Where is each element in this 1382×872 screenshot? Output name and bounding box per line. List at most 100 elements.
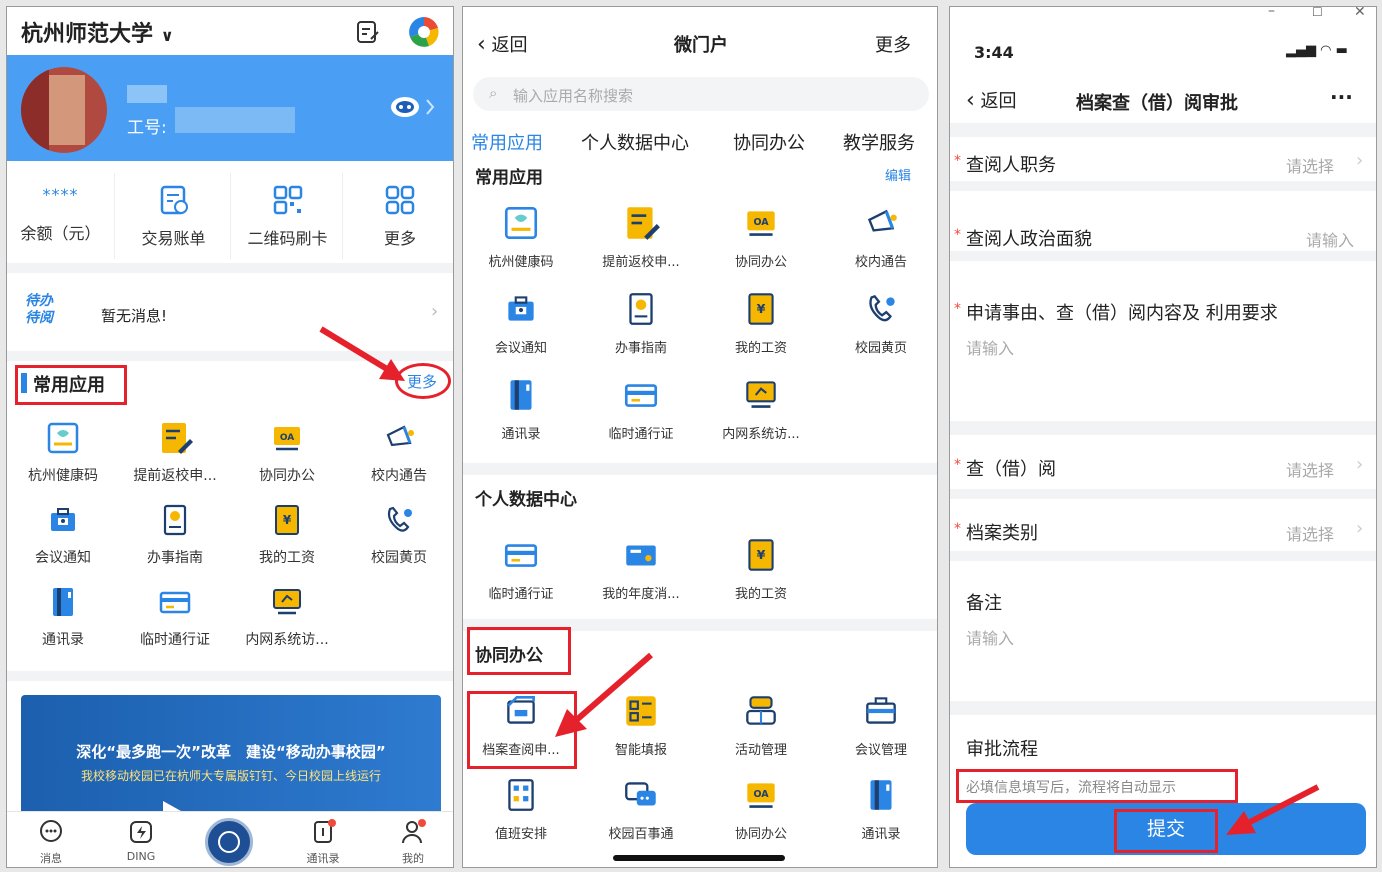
profile-icon — [402, 819, 426, 844]
more-button[interactable]: 更多 — [875, 31, 911, 57]
chevron-right-icon: › — [1356, 518, 1364, 539]
app-tile[interactable]: 值班安排 — [463, 775, 581, 842]
app-label: 校内通告 — [854, 255, 907, 270]
field-position[interactable]: * 查阅人职务 请选择 › — [950, 137, 1376, 191]
app-tile[interactable]: 通讯录 — [463, 375, 581, 442]
field-archive-category[interactable]: * 档案类别 请选择 › — [950, 499, 1376, 561]
app-tile[interactable]: 办事指南 — [581, 289, 701, 356]
tab-message[interactable]: 消息 — [21, 818, 81, 866]
tab-contacts[interactable]: 通讯录 — [293, 818, 353, 866]
divider — [7, 263, 453, 273]
tab-label: DING — [126, 850, 156, 863]
qrcode-cell[interactable]: 二维码刷卡 — [233, 173, 343, 259]
app-tile[interactable]: 临时通行证 — [119, 583, 231, 649]
search-input[interactable]: ⌕ 输入应用名称搜索 — [473, 77, 929, 111]
more-cell[interactable]: 更多 — [345, 173, 453, 259]
tab-mine[interactable]: 我的 — [383, 818, 443, 866]
app-tile[interactable]: OA 协同办公 — [701, 203, 821, 270]
app-tile[interactable]: ¥ 我的工资 — [701, 289, 821, 356]
edit-button[interactable]: 编辑 — [885, 165, 911, 184]
app-tile[interactable]: 通讯录 — [821, 775, 937, 842]
activity-icon — [746, 696, 776, 725]
health-code-icon — [504, 206, 538, 240]
minimize-icon[interactable]: – — [1268, 7, 1275, 19]
tab-ding[interactable]: DING — [111, 818, 171, 863]
field-political-status[interactable]: * 查阅人政治面貌 请输入 — [950, 201, 1376, 261]
app-tile[interactable]: OA 协同办公 — [701, 775, 821, 842]
school-logo-icon[interactable] — [205, 818, 253, 866]
app-tile[interactable]: 校园百事通 — [581, 775, 701, 842]
tab-collab-office[interactable]: 协同办公 — [733, 129, 805, 155]
app-tile[interactable]: ¥ 我的工资 — [231, 501, 343, 567]
color-wheel-icon[interactable] — [407, 15, 441, 49]
top-bar: 杭州师范大学 ∨ — [7, 7, 453, 55]
tab-common-apps[interactable]: 常用应用 — [471, 129, 543, 155]
page-title: 微门户 — [674, 35, 728, 56]
app-tile[interactable]: 提前返校申... — [581, 203, 701, 270]
app-tile[interactable]: 会议通知 — [7, 501, 119, 567]
app-label: 校园黄页 — [371, 550, 427, 566]
app-label: 办事指南 — [614, 341, 667, 356]
app-label: 临时通行证 — [608, 427, 674, 442]
org-name: 杭州师范大学 — [21, 22, 154, 47]
field-label: 备注 — [966, 593, 1002, 614]
megaphone-icon — [867, 209, 897, 232]
todo-edit-icon[interactable] — [355, 19, 381, 45]
tab-label: 消息 — [40, 852, 62, 865]
app-tile[interactable]: 校园黄页 — [343, 501, 453, 567]
app-tile[interactable]: OA 协同办公 — [231, 419, 343, 485]
app-tile[interactable]: 通讯录 — [7, 583, 119, 649]
app-tile[interactable]: 校园黄页 — [821, 289, 937, 356]
name-blur — [127, 85, 167, 103]
tab-personal-data[interactable]: 个人数据中心 — [581, 129, 689, 155]
annotation-arrow — [555, 652, 653, 737]
app-tile[interactable]: 办事指南 — [119, 501, 231, 567]
balance-cell[interactable]: **** 余额（元） — [7, 173, 115, 259]
field-remarks[interactable]: 备注 请输入 — [950, 571, 1376, 701]
chat-icon — [625, 782, 656, 806]
tab-teaching[interactable]: 教学服务 — [843, 129, 915, 155]
field-reason[interactable]: * 申请事由、查（借）阅内容及 利用要求 请输入 — [950, 281, 1376, 421]
app-tile[interactable]: 杭州健康码 — [7, 419, 119, 485]
app-label: 校内通告 — [371, 468, 427, 484]
app-label: 杭州健康码 — [28, 468, 98, 484]
app-tile[interactable]: 校内通告 — [821, 203, 937, 270]
app-tile[interactable]: 临时通行证 — [581, 375, 701, 442]
wifi-icon: ◠ — [1320, 43, 1332, 58]
chevron-right-icon: › — [1356, 150, 1364, 171]
required-mark: * — [954, 301, 961, 317]
status-time: 3:44 — [974, 43, 1014, 62]
qrcode-icon — [273, 185, 302, 215]
avatar[interactable] — [21, 67, 107, 153]
promo-banner[interactable]: 深化“最多跑一次”改革 建设“移动办事校园” 我校移动校园已在杭师大专属版钉钉、… — [21, 695, 441, 817]
back-button[interactable]: ‹ 返回 — [477, 31, 528, 57]
menu-button[interactable]: ··· — [1330, 85, 1353, 109]
maximize-icon[interactable]: ☐ — [1312, 7, 1323, 19]
back-button[interactable]: ‹ 返回 — [966, 87, 1017, 113]
app-tile[interactable]: 校内通告 — [343, 419, 453, 485]
field-borrow-type[interactable]: * 查（借）阅 请选择 › — [950, 435, 1376, 499]
robot-assistant-icon[interactable] — [389, 95, 439, 119]
health-code-icon — [47, 422, 79, 454]
bill-cell[interactable]: 交易账单 — [117, 173, 231, 259]
close-icon[interactable]: ✕ — [1354, 7, 1366, 20]
app-tile[interactable]: 内网系统访... — [701, 375, 821, 442]
app-tile[interactable]: 提前返校申... — [119, 419, 231, 485]
app-tile[interactable]: ¥ 我的工资 — [701, 535, 821, 602]
app-tile[interactable]: 杭州健康码 — [463, 203, 581, 270]
app-tile[interactable]: 临时通行证 — [463, 535, 581, 602]
banner-line1: 深化“最多跑一次”改革 建设“移动办事校园” — [76, 743, 386, 761]
app-label: 提前返校申... — [133, 468, 217, 484]
app-tile[interactable]: 活动管理 — [701, 691, 821, 758]
org-switcher[interactable]: 杭州师范大学 ∨ — [21, 16, 174, 48]
field-label: 查阅人职务 — [966, 155, 1056, 176]
app-tile[interactable]: 会议通知 — [463, 289, 581, 356]
app-tile[interactable]: 我的年度消... — [581, 535, 701, 602]
app-tile[interactable]: 会议管理 — [821, 691, 937, 758]
field-value: 请选择 — [1286, 461, 1335, 480]
app-label: 会议通知 — [494, 341, 547, 356]
flow-title: 审批流程 — [966, 739, 1038, 760]
app-tile[interactable]: 内网系统访... — [231, 583, 343, 649]
app-label: 临时通行证 — [488, 587, 554, 602]
oa-icon: OA — [747, 211, 775, 236]
